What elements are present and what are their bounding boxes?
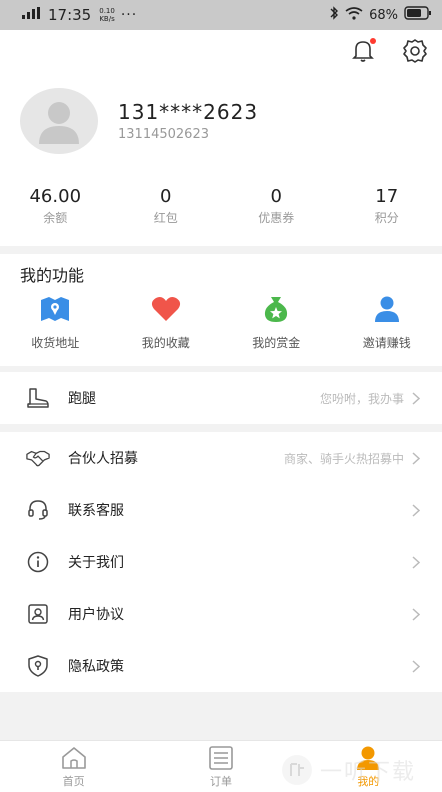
menu-label: 用户协议	[68, 607, 124, 623]
stat-value: 46.00	[29, 186, 82, 207]
tab-orders[interactable]: 订单	[147, 741, 294, 792]
section-title: 我的功能	[20, 266, 85, 285]
profile-header: 131****2623 13114502623 46.00 余额 0 红包 0 …	[0, 30, 442, 246]
watermark: 一听下载	[282, 748, 442, 792]
chevron-right-icon	[412, 659, 422, 673]
stat-points[interactable]: 17 积分	[332, 186, 442, 226]
wifi-icon	[345, 6, 363, 24]
menu-label: 合伙人招募	[68, 451, 138, 467]
id-card-icon	[26, 602, 50, 626]
stat-label: 余额	[43, 211, 68, 225]
notification-dot	[370, 38, 376, 44]
heart-icon	[111, 294, 222, 324]
settings-gear-icon[interactable]	[400, 36, 430, 66]
menu-row-customer-service[interactable]: 联系客服	[0, 484, 442, 536]
stat-red-packet[interactable]: 0 红包	[111, 186, 222, 226]
menu-hint: 您吩咐，我办事	[319, 391, 404, 406]
stat-label: 优惠券	[258, 211, 295, 225]
tab-label: 首页	[62, 775, 85, 788]
menu-hint: 商家、骑手火热招募中	[283, 451, 404, 466]
boot-icon	[26, 386, 50, 410]
bluetooth-icon	[329, 6, 339, 24]
user-phone-full: 13114502623	[118, 127, 209, 142]
chevron-right-icon	[412, 503, 422, 517]
chevron-right-icon	[412, 555, 422, 569]
function-label: 邀请赚钱	[362, 336, 411, 350]
user-phone-masked: 131****2623	[118, 100, 259, 124]
menu-row-privacy-policy[interactable]: 隐私政策	[0, 640, 442, 692]
network-speed: 0.10 KB/s	[99, 7, 115, 23]
menu-row-about-us[interactable]: 关于我们	[0, 536, 442, 588]
menu-label: 联系客服	[68, 503, 124, 519]
stat-label: 红包	[153, 211, 178, 225]
map-icon	[0, 294, 111, 324]
function-address[interactable]: 收货地址	[0, 294, 111, 351]
chevron-right-icon	[412, 607, 422, 621]
stat-balance[interactable]: 46.00 余额	[0, 186, 111, 226]
function-bounty[interactable]: 我的赏金	[221, 294, 332, 351]
function-label: 我的收藏	[141, 336, 190, 350]
chevron-right-icon	[412, 391, 422, 405]
function-invite[interactable]: 邀请赚钱	[332, 294, 442, 351]
shield-lock-icon	[26, 654, 50, 678]
status-bar: 17:35 0.10 KB/s ··· 68%	[0, 0, 442, 30]
stat-value: 0	[160, 186, 172, 207]
mine-page: 131****2623 13114502623 46.00 余额 0 红包 0 …	[0, 30, 442, 740]
menu-label: 跑腿	[68, 391, 96, 407]
menu-row-user-agreement[interactable]: 用户协议	[0, 588, 442, 640]
stat-value: 0	[270, 186, 282, 207]
order-icon	[147, 745, 294, 771]
status-time: 17:35	[48, 6, 92, 24]
tab-home[interactable]: 首页	[0, 741, 147, 792]
watermark-text: 一听下载	[320, 760, 417, 785]
stat-coupons[interactable]: 0 优惠券	[221, 186, 332, 226]
function-label: 收货地址	[31, 336, 80, 350]
chevron-right-icon	[412, 451, 422, 465]
person-icon	[332, 294, 442, 324]
avatar[interactable]	[20, 88, 98, 154]
money-bag-icon	[221, 294, 332, 324]
notification-bell-icon[interactable]	[348, 36, 378, 66]
menu-label: 隐私政策	[68, 659, 124, 675]
watermark-logo-icon	[282, 755, 312, 785]
handshake-icon	[26, 446, 50, 470]
info-icon	[26, 550, 50, 574]
signal-icon	[22, 7, 42, 23]
tab-label: 订单	[209, 775, 232, 788]
stats-row: 46.00 余额 0 红包 0 优惠券 17 积分	[0, 186, 442, 226]
headset-icon	[26, 498, 50, 522]
menu-row-errand[interactable]: 跑腿 您吩咐，我办事	[0, 372, 442, 424]
home-icon	[0, 745, 147, 771]
my-functions-section: 我的功能 收货地址 我的收藏 我的赏金 邀请赚钱	[0, 254, 442, 366]
function-label: 我的赏金	[252, 336, 301, 350]
function-favorites[interactable]: 我的收藏	[111, 294, 222, 351]
battery-percent: 68%	[369, 7, 398, 23]
menu-row-partner[interactable]: 合伙人招募 商家、骑手火热招募中	[0, 432, 442, 484]
menu-label: 关于我们	[68, 555, 124, 571]
status-dots: ···	[120, 7, 138, 23]
stat-label: 积分	[374, 211, 399, 225]
battery-icon	[404, 6, 432, 24]
stat-value: 17	[375, 186, 399, 207]
